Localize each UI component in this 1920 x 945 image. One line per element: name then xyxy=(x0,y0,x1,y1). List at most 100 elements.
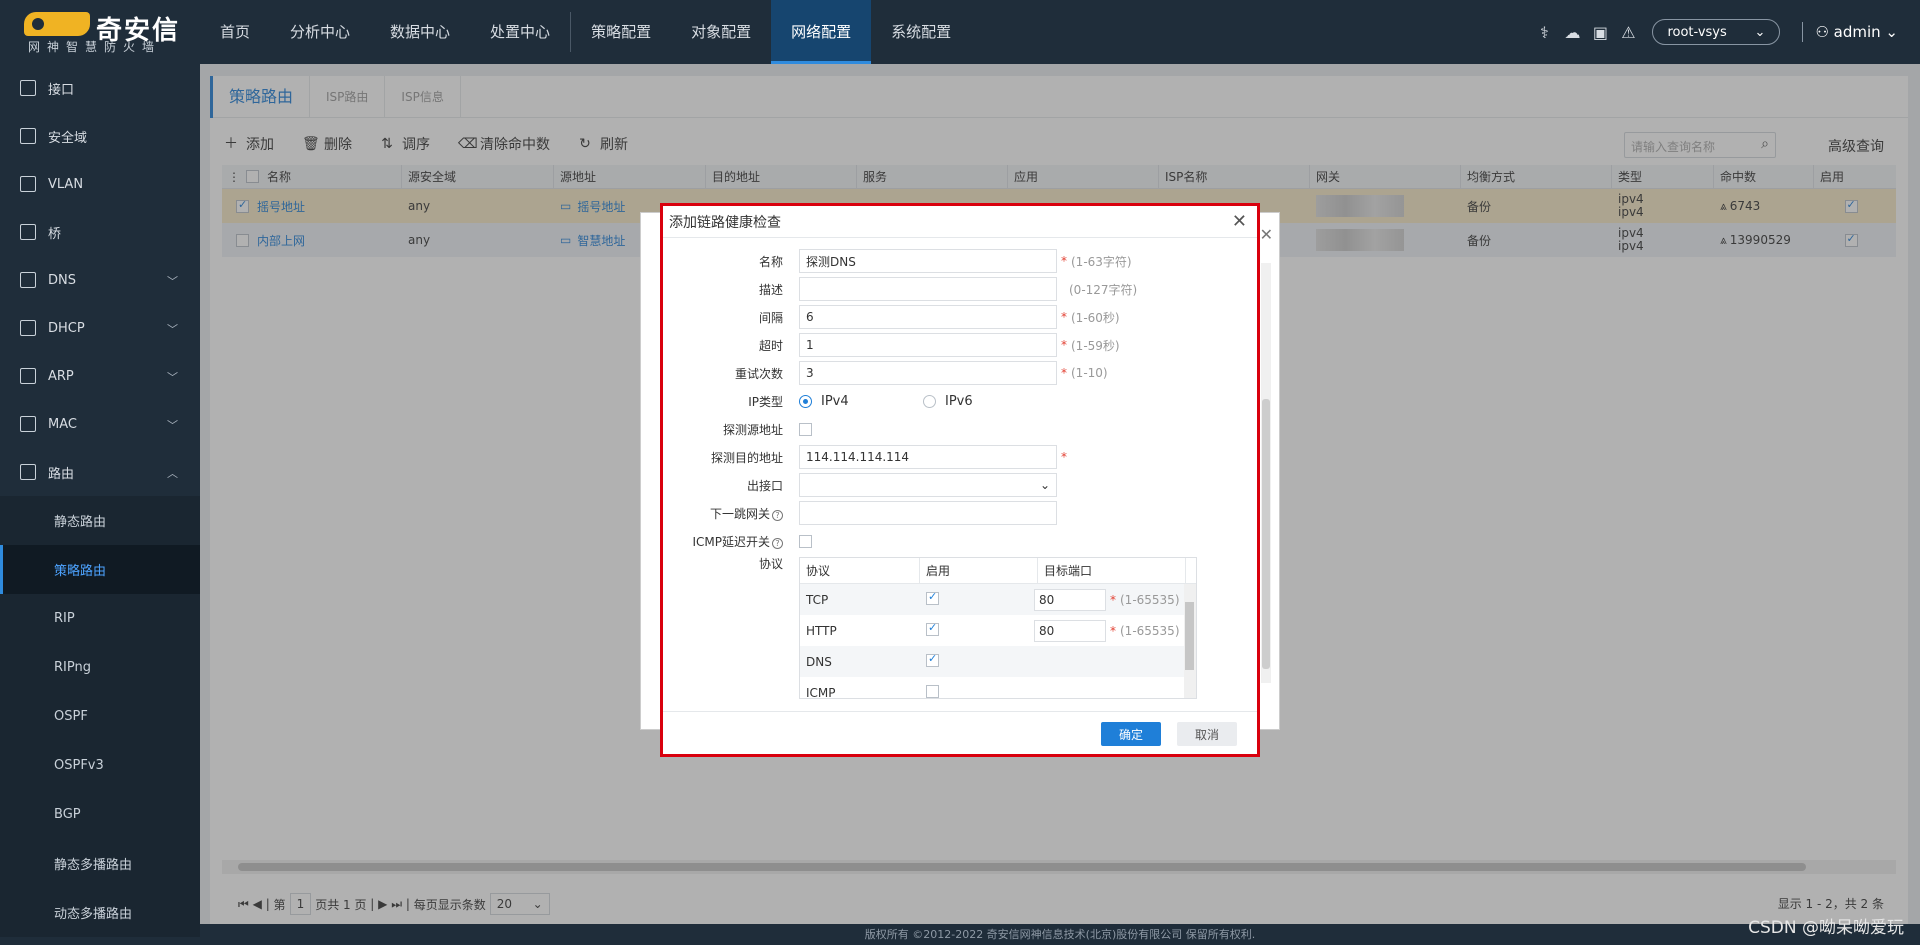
required-mark: * xyxy=(1061,338,1067,352)
sidebar-item-mac[interactable]: MAC ﹀ xyxy=(0,400,200,448)
sidebar-item-label: VLAN xyxy=(48,176,84,192)
timeout-input[interactable]: 1 xyxy=(799,333,1057,357)
ipv6-option[interactable]: IPv6 xyxy=(923,394,973,409)
required-mark: * xyxy=(1061,450,1067,464)
interval-input[interactable]: 6 xyxy=(799,305,1057,329)
field-desc: 描述 (0-127字符) xyxy=(663,277,1257,301)
chevron-down-icon: ⌄ xyxy=(1039,478,1050,492)
close-icon[interactable]: ✕ xyxy=(1260,225,1273,244)
warning-icon[interactable]: ⚠ xyxy=(1614,18,1642,46)
tcp-port-input[interactable]: 80 xyxy=(1034,588,1106,611)
top-tools: ⚕ ☁ ▣ ⚠ root-vsys ⌄ ⚇ admin ⌄ xyxy=(1530,0,1920,64)
sidebar-item-arp[interactable]: ARP ﹀ xyxy=(0,352,200,400)
field-hint: (0-127字符) xyxy=(1069,282,1138,297)
field-hint: (1-10) xyxy=(1071,366,1108,380)
nav-system[interactable]: 系统配置 xyxy=(871,0,971,64)
field-dst-addr: 探测目的地址 114.114.114.114 * xyxy=(663,445,1257,469)
tcp-enable-checkbox[interactable] xyxy=(926,590,939,605)
help-icon[interactable]: ? xyxy=(772,509,783,521)
divider xyxy=(1802,22,1804,42)
protocol-name: DNS xyxy=(806,654,832,669)
sidebar-item-zone[interactable]: 安全域 xyxy=(0,112,200,160)
sidebar-item-interface[interactable]: 接口 xyxy=(0,64,200,112)
sidebar-sub-policy-route[interactable]: 策略路由 xyxy=(0,545,200,594)
chevron-down-icon: ⌄ xyxy=(1754,24,1766,40)
shield-icon xyxy=(20,128,36,144)
next-hop-input[interactable] xyxy=(799,501,1057,525)
description-input[interactable] xyxy=(799,277,1057,301)
sidebar-sub-dynamic-multicast[interactable]: 动态多播路由 xyxy=(0,888,200,937)
sidebar-item-label: 安全域 xyxy=(48,130,88,146)
scrollbar-thumb[interactable] xyxy=(1185,602,1194,670)
field-label: IP类型 xyxy=(748,394,783,409)
http-port-input[interactable]: 80 xyxy=(1034,619,1106,642)
port-hint: (1-65535) xyxy=(1120,623,1180,638)
sidebar-item-dns[interactable]: DNS ﹀ xyxy=(0,256,200,304)
http-enable-checkbox[interactable] xyxy=(926,621,939,636)
sidebar-item-label: DNS xyxy=(48,272,76,288)
sidebar-sub-static-multicast[interactable]: 静态多播路由 xyxy=(0,839,200,888)
protocol-name: TCP xyxy=(806,592,829,607)
add-link-health-check-dialog: 添加链路健康检查 ✕ 名称 探测DNS * (1-63字符) 描述 (0-127… xyxy=(660,203,1260,757)
radio-label: IPv4 xyxy=(821,393,849,409)
ipv6-radio[interactable] xyxy=(923,394,936,408)
dns-enable-checkbox[interactable] xyxy=(926,652,939,667)
out-interface-select[interactable]: ⌄ xyxy=(799,473,1057,497)
vlan-icon xyxy=(20,176,36,192)
field-label: 超时 xyxy=(758,338,783,353)
ipv4-option[interactable]: IPv4 xyxy=(799,394,923,409)
nav-object[interactable]: 对象配置 xyxy=(671,0,771,64)
src-addr-checkbox[interactable] xyxy=(799,422,812,436)
dst-addr-input[interactable]: 114.114.114.114 xyxy=(799,445,1057,469)
cloud-icon[interactable]: ☁ xyxy=(1558,18,1586,46)
protocol-table: 协议 启用 目标端口 TCP 80 * (1-65535) HTTP 80 * (1-6… xyxy=(799,557,1197,699)
dialog-title: 添加链路健康检查 xyxy=(663,206,1257,238)
close-icon[interactable]: ✕ xyxy=(1232,211,1247,232)
required-mark: * xyxy=(1061,310,1067,324)
sidebar-item-bridge[interactable]: 桥 xyxy=(0,208,200,256)
stethoscope-icon[interactable]: ⚕ xyxy=(1530,18,1558,46)
sidebar-sub-ripng[interactable]: RIPng xyxy=(0,643,200,692)
help-icon[interactable]: ? xyxy=(772,537,783,549)
dns-icon xyxy=(20,272,36,288)
nav-network[interactable]: 网络配置 xyxy=(771,0,872,64)
dhcp-icon xyxy=(20,320,36,336)
cancel-button[interactable]: 取消 xyxy=(1177,722,1237,746)
icmp-enable-checkbox[interactable] xyxy=(926,684,939,698)
user-menu[interactable]: ⚇ admin ⌄ xyxy=(1790,22,1920,42)
field-hint: (1-63字符) xyxy=(1071,254,1132,269)
sidebar-item-route[interactable]: 路由 ︿ xyxy=(0,448,200,496)
nav-analysis[interactable]: 分析中心 xyxy=(270,0,370,64)
retry-input[interactable]: 3 xyxy=(799,361,1057,385)
field-out-interface: 出接口 ⌄ xyxy=(663,473,1257,497)
protocol-row-dns: DNS xyxy=(800,646,1196,677)
field-name: 名称 探测DNS * (1-63字符) xyxy=(663,249,1257,273)
sidebar-item-label: MAC xyxy=(48,416,77,432)
arp-icon xyxy=(20,368,36,384)
sidebar-sub-static-route[interactable]: 静态路由 xyxy=(0,496,200,545)
ipv4-radio[interactable] xyxy=(799,394,812,408)
sidebar-sub-rip[interactable]: RIP xyxy=(0,594,200,643)
nav-response[interactable]: 处置中心 xyxy=(470,0,570,64)
field-icmp-delay: ICMP延迟开关? xyxy=(663,529,1257,553)
protocol-table-scrollbar[interactable] xyxy=(1184,584,1196,698)
sidebar-item-label: 桥 xyxy=(48,226,62,242)
sidebar-item-dhcp[interactable]: DHCP ﹀ xyxy=(0,304,200,352)
nav-policy[interactable]: 策略配置 xyxy=(571,0,671,64)
icmp-delay-checkbox[interactable] xyxy=(799,534,812,548)
logo-mark xyxy=(24,12,90,36)
confirm-button[interactable]: 确定 xyxy=(1101,722,1161,746)
sidebar-sub-ospfv3[interactable]: OSPFv3 xyxy=(0,741,200,790)
save-icon[interactable]: ▣ xyxy=(1586,18,1614,46)
field-label: 名称 xyxy=(758,254,783,269)
field-hint: (1-60秒) xyxy=(1071,310,1120,325)
sidebar-item-vlan[interactable]: VLAN xyxy=(0,160,200,208)
nav-data[interactable]: 数据中心 xyxy=(370,0,470,64)
nav-home[interactable]: 首页 xyxy=(200,0,270,64)
protocol-table-header: 协议 启用 目标端口 xyxy=(800,558,1196,584)
sidebar-sub-bgp[interactable]: BGP xyxy=(0,790,200,839)
vsys-select[interactable]: root-vsys ⌄ xyxy=(1652,19,1781,45)
parent-dialog-scrollbar[interactable] xyxy=(1261,263,1271,683)
sidebar-sub-ospf[interactable]: OSPF xyxy=(0,692,200,741)
name-input[interactable]: 探测DNS xyxy=(799,249,1057,273)
